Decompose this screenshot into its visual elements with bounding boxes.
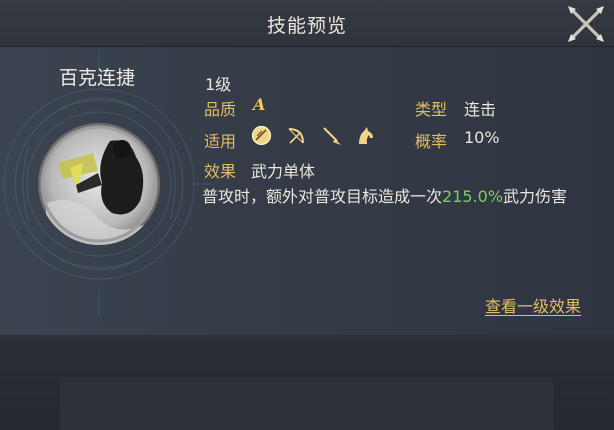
close-icon[interactable]	[564, 3, 608, 45]
rate-label: 概率	[415, 132, 448, 151]
bow-troop-icon	[288, 128, 304, 144]
skill-name: 百克连捷	[59, 67, 136, 89]
quality-label: 品质	[204, 100, 237, 119]
damage-percent: 215.0%	[442, 187, 504, 206]
shield-troop-icon	[251, 125, 272, 146]
type-label: 类型	[415, 100, 448, 119]
spear-troop-icon	[323, 127, 341, 145]
effect-value: 武力单体	[251, 162, 316, 181]
bottom-bar	[60, 378, 554, 430]
rate-value: 10%	[464, 128, 500, 147]
skill-description: 普攻时，额外对普攻目标造成一次215.0%武力伤害	[202, 184, 587, 210]
type-value: 连击	[464, 100, 497, 119]
quality-value: A	[253, 95, 266, 114]
skill-level: 1级	[205, 75, 232, 94]
page-title: 技能预览	[266, 15, 347, 37]
desc-text: 普攻时，额外对普攻目标造成一次	[202, 187, 443, 206]
view-level1-effect-link[interactable]: 查看一级效果	[485, 293, 581, 317]
apply-label: 适用	[204, 132, 237, 151]
effect-label: 效果	[204, 162, 237, 181]
desc-text-end: 武力伤害	[503, 187, 568, 206]
cavalry-troop-icon	[359, 127, 373, 144]
skill-portrait-image	[38, 123, 160, 245]
